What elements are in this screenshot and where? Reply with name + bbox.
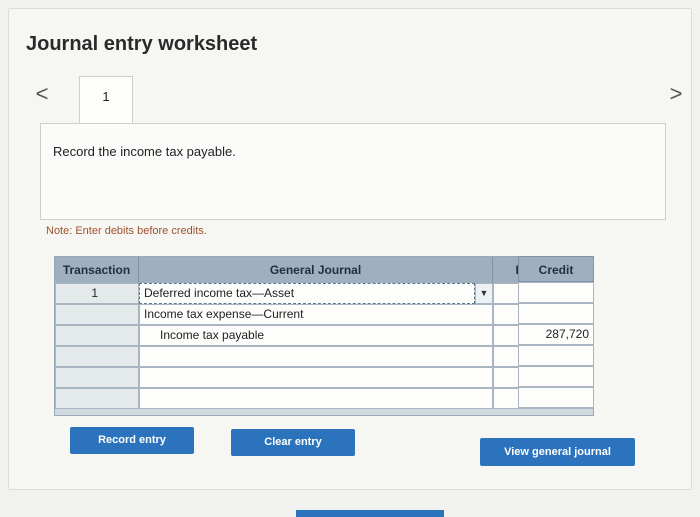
note-text: Note: Enter debits before credits. [46, 225, 207, 237]
row-6-account[interactable] [139, 388, 493, 409]
page-title: Journal entry worksheet [26, 33, 258, 55]
row-6-transaction [55, 388, 139, 409]
header-general-journal: General Journal [139, 257, 493, 283]
instruction-text: Record the income tax payable. [53, 144, 236, 159]
header-transaction: Transaction [55, 257, 139, 283]
clear-entry-button[interactable]: Clear entry [231, 429, 355, 456]
row-4-transaction [55, 346, 139, 367]
view-general-journal-button[interactable]: View general journal [480, 438, 635, 466]
row-3-credit[interactable] [569, 325, 594, 346]
journal-table: Transaction General Journal Debit 1 Defe… [54, 256, 594, 416]
previous-arrow-icon[interactable]: < [30, 82, 54, 106]
row-6-credit[interactable] [569, 388, 594, 409]
header-credit-label [515, 257, 595, 283]
instruction-box: Record the income tax payable. [40, 123, 666, 220]
row-3-debit[interactable] [493, 325, 569, 346]
row-1-account[interactable]: Deferred income tax—Asset [139, 283, 475, 304]
row-4-debit[interactable] [493, 346, 569, 367]
bottom-action-bar[interactable] [296, 510, 444, 517]
row-4-account[interactable] [139, 346, 493, 367]
row-1-credit[interactable] [569, 283, 594, 304]
row-1-transaction: 1 [55, 283, 139, 304]
step-tab-1[interactable]: 1 [79, 76, 133, 124]
row-5-debit[interactable] [493, 367, 569, 388]
row-2-transaction [55, 304, 139, 325]
row-3-account[interactable]: Income tax payable [139, 325, 493, 346]
row-5-account[interactable] [139, 367, 493, 388]
row-6-debit[interactable] [493, 388, 569, 409]
row-1-debit[interactable]: 944 [493, 283, 569, 304]
row-2-credit[interactable] [569, 304, 594, 325]
row-4-credit[interactable] [569, 346, 594, 367]
record-entry-button[interactable]: Record entry [70, 427, 194, 454]
row-2-debit[interactable]: 286,776 [493, 304, 569, 325]
next-arrow-icon[interactable]: > [664, 82, 688, 106]
row-5-credit[interactable] [569, 367, 594, 388]
chevron-down-icon[interactable]: ▼ [475, 283, 493, 304]
row-2-account[interactable]: Income tax expense—Current [139, 304, 493, 325]
row-3-transaction [55, 325, 139, 346]
row-5-transaction [55, 367, 139, 388]
